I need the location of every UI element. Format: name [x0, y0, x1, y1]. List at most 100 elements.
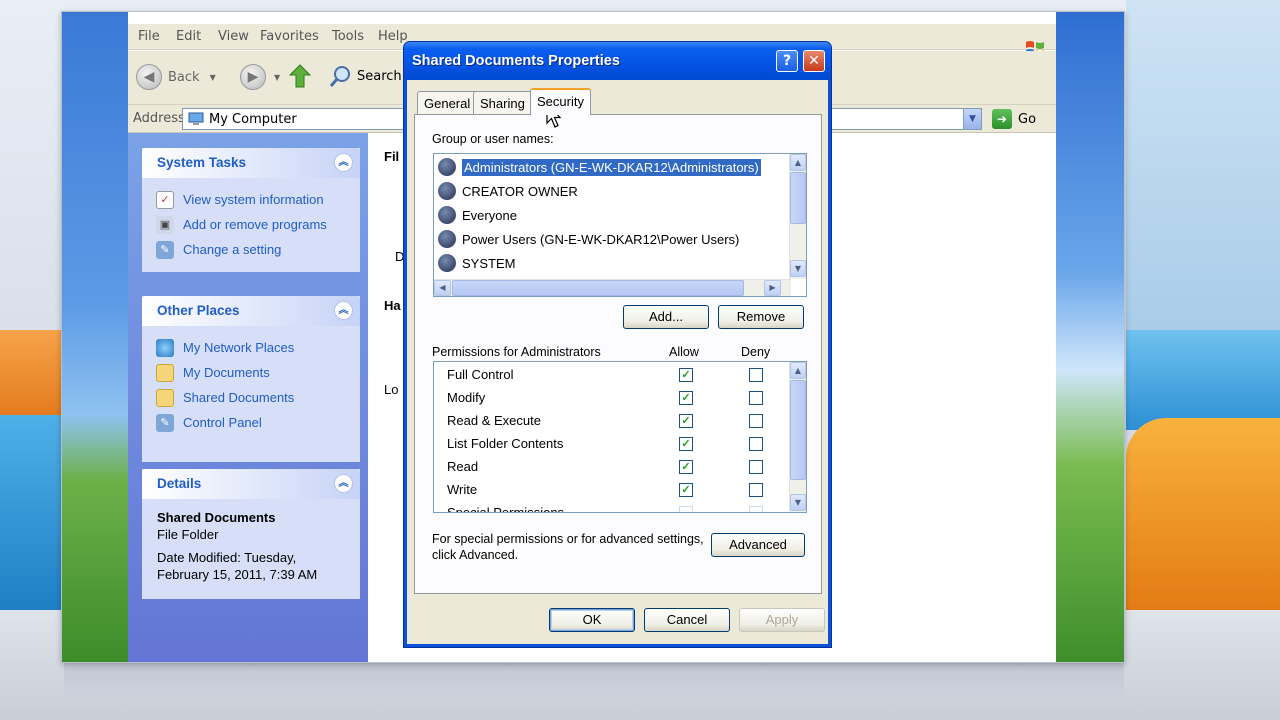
chevron-down-icon: ▼: [274, 72, 281, 82]
drive-item[interactable]: Lo: [384, 382, 398, 397]
allow-checkbox[interactable]: ✓: [679, 483, 693, 497]
scroll-left-icon[interactable]: ◀: [434, 280, 451, 296]
panel-title: System Tasks: [157, 155, 247, 170]
details-panel: Details ︽ Shared Documents File Folder D…: [142, 469, 360, 599]
menu-favorites[interactable]: Favorites: [260, 29, 319, 44]
user-item-administrators[interactable]: Administrators (GN-E-WK-DKAR12\Administr…: [438, 156, 761, 178]
background-block: [1126, 330, 1280, 430]
link-label: Control Panel: [183, 415, 262, 430]
menu-view[interactable]: View: [218, 29, 249, 44]
scroll-up-icon[interactable]: ▲: [790, 362, 806, 379]
system-tasks-header[interactable]: System Tasks ︽: [142, 148, 360, 178]
other-places-header[interactable]: Other Places ︽: [142, 296, 360, 326]
user-item-everyone[interactable]: Everyone: [438, 204, 517, 226]
user-item-power-users[interactable]: Power Users (GN-E-WK-DKAR12\Power Users): [438, 228, 739, 250]
tab-security[interactable]: Security: [530, 88, 591, 115]
user-name: Administrators (GN-E-WK-DKAR12\Administr…: [462, 158, 761, 176]
permissions-vertical-scrollbar[interactable]: ▲ ▼: [789, 362, 806, 512]
deny-checkbox[interactable]: [749, 414, 763, 428]
allow-checkbox[interactable]: ✓: [679, 414, 693, 428]
up-folder-button[interactable]: [288, 63, 312, 89]
details-date-modified-value: February 15, 2011, 7:39 AM: [157, 567, 318, 582]
remove-button[interactable]: Remove: [718, 305, 804, 329]
deny-checkbox[interactable]: [749, 460, 763, 474]
link-label: Change a setting: [183, 242, 282, 257]
scroll-thumb[interactable]: [790, 172, 806, 224]
chevron-down-icon: ▼: [209, 72, 216, 82]
forward-arrow-icon: ▶: [240, 64, 266, 90]
deny-checkbox[interactable]: [749, 483, 763, 497]
details-header[interactable]: Details ︽: [142, 469, 360, 499]
permissions-for-label: Permissions for Administrators: [432, 345, 601, 359]
search-button[interactable]: Search: [328, 64, 402, 88]
search-label: Search: [357, 68, 402, 84]
back-label: Back: [168, 69, 200, 85]
scroll-thumb[interactable]: [452, 280, 744, 296]
user-group-icon: [438, 206, 456, 224]
panel-title: Details: [157, 476, 202, 491]
my-network-places-link[interactable]: My Network Places: [156, 335, 360, 360]
deny-checkbox[interactable]: [749, 437, 763, 451]
deny-checkbox[interactable]: [749, 506, 763, 512]
menu-tools[interactable]: Tools: [332, 29, 364, 44]
tab-general[interactable]: General: [417, 91, 478, 114]
control-panel-link[interactable]: ✎ Control Panel: [156, 410, 360, 435]
forward-button[interactable]: ▶ ▼: [240, 64, 280, 90]
dialog-body: General Sharing Security Group or user n…: [407, 80, 828, 644]
scroll-thumb[interactable]: [790, 380, 806, 480]
scroll-down-icon[interactable]: ▼: [790, 494, 806, 511]
group-heading: Fil: [384, 149, 400, 164]
collapse-icon[interactable]: ︽: [334, 474, 353, 493]
users-listbox[interactable]: Administrators (GN-E-WK-DKAR12\Administr…: [433, 153, 807, 297]
help-button[interactable]: ?: [776, 50, 798, 72]
permission-name: Write: [447, 482, 478, 497]
allow-checkbox[interactable]: ✓: [679, 391, 693, 405]
user-item-system[interactable]: SYSTEM: [438, 252, 515, 274]
user-item-creator-owner[interactable]: CREATOR OWNER: [438, 180, 578, 202]
dialog-title-bar[interactable]: Shared Documents Properties ? ✕: [404, 42, 831, 80]
users-vertical-scrollbar[interactable]: ▲ ▼: [789, 154, 806, 279]
allow-header: Allow: [669, 345, 699, 359]
my-documents-link[interactable]: My Documents: [156, 360, 360, 385]
go-button[interactable]: ➜ Go: [992, 109, 1036, 129]
deny-checkbox[interactable]: [749, 368, 763, 382]
address-dropdown-icon[interactable]: ▼: [963, 109, 981, 129]
back-button[interactable]: ◀ Back ▼: [136, 64, 216, 90]
apply-button[interactable]: Apply: [739, 608, 825, 632]
menu-help[interactable]: Help: [378, 29, 408, 44]
deny-checkbox[interactable]: [749, 391, 763, 405]
menu-file[interactable]: File: [138, 29, 160, 44]
background-scenery: [1126, 0, 1280, 330]
background-block: [0, 415, 70, 610]
tab-sharing[interactable]: Sharing: [473, 91, 532, 114]
background-block: [1126, 418, 1280, 618]
go-label: Go: [1018, 111, 1037, 127]
view-system-information-link[interactable]: ✓ View system information: [156, 187, 360, 212]
allow-checkbox[interactable]: ✓: [679, 437, 693, 451]
cancel-button[interactable]: Cancel: [644, 608, 730, 632]
advanced-button[interactable]: Advanced: [711, 533, 805, 557]
ok-button[interactable]: OK: [549, 608, 635, 632]
scroll-up-icon[interactable]: ▲: [790, 154, 806, 171]
folder-icon: [156, 388, 174, 407]
add-button[interactable]: Add...: [623, 305, 709, 329]
collapse-icon[interactable]: ︽: [334, 153, 353, 172]
link-label: My Documents: [183, 365, 270, 380]
menu-edit[interactable]: Edit: [176, 29, 201, 44]
user-name: Power Users (GN-E-WK-DKAR12\Power Users): [462, 231, 740, 247]
collapse-icon[interactable]: ︽: [334, 301, 353, 320]
shared-documents-link[interactable]: Shared Documents: [156, 385, 360, 410]
change-setting-link[interactable]: ✎ Change a setting: [156, 237, 360, 262]
close-button[interactable]: ✕: [803, 50, 825, 72]
add-remove-programs-link[interactable]: ▣ Add or remove programs: [156, 212, 360, 237]
allow-checkbox[interactable]: ✓: [679, 368, 693, 382]
network-places-icon: [156, 338, 174, 357]
scroll-right-icon[interactable]: ▶: [764, 280, 781, 296]
panel-title: Other Places: [157, 303, 240, 318]
link-label: Add or remove programs: [183, 217, 327, 232]
scroll-down-icon[interactable]: ▼: [790, 260, 806, 277]
permission-name: Read & Execute: [447, 413, 541, 428]
allow-checkbox[interactable]: ✓: [679, 460, 693, 474]
allow-checkbox[interactable]: [679, 506, 693, 512]
users-horizontal-scrollbar[interactable]: ◀ ▶: [434, 279, 791, 296]
